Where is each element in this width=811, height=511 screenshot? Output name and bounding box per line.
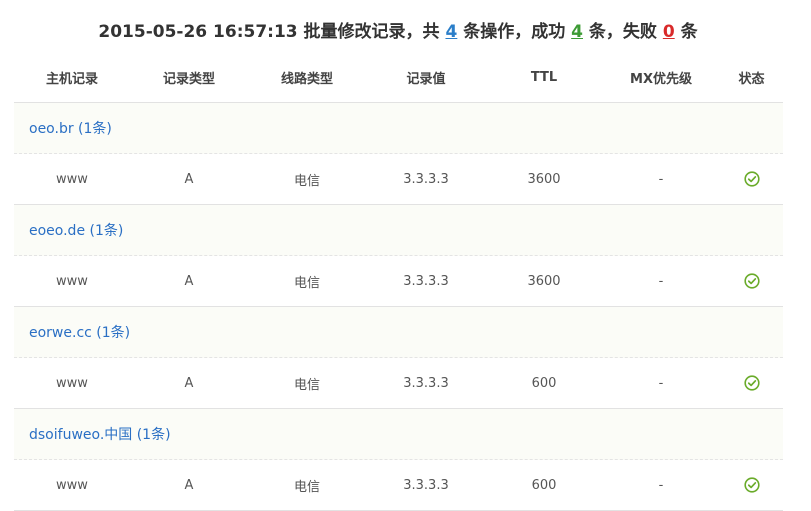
check-circle-icon bbox=[743, 477, 760, 493]
success-count: 4 bbox=[571, 22, 583, 42]
cell-value: 3.3.3.3 bbox=[403, 171, 449, 187]
title-suffix: 条 bbox=[680, 22, 698, 42]
cell-ttl: 3600 bbox=[527, 273, 561, 289]
cell-status bbox=[720, 154, 783, 204]
cell-mx: - bbox=[658, 171, 664, 187]
cell-mx: - bbox=[658, 477, 664, 493]
domain-name: eorwe.cc (1条) bbox=[29, 325, 131, 341]
title-mid2: 条，失败 bbox=[588, 22, 657, 42]
domain-group-row: dsoifuweo.中国 (1条) bbox=[14, 409, 783, 460]
domain-name: eoeo.de (1条) bbox=[29, 223, 124, 239]
table-header: 主机记录 记录类型 线路类型 记录值 TTL MX优先级 状态 bbox=[14, 52, 783, 103]
cell-value: 3.3.3.3 bbox=[403, 375, 449, 391]
header-status: 状态 bbox=[738, 71, 765, 87]
table-row: www A 电信 3.3.3.3 600 - bbox=[14, 358, 783, 409]
table-row: www A 电信 3.3.3.3 600 - bbox=[14, 460, 783, 511]
cell-line: 电信 bbox=[293, 479, 320, 495]
cell-mx: - bbox=[658, 375, 664, 391]
cell-host: www bbox=[56, 273, 88, 289]
domain-name: oeo.br (1条) bbox=[29, 121, 112, 137]
cell-value: 3.3.3.3 bbox=[403, 477, 449, 493]
domain-group-row: eoeo.de (1条) bbox=[14, 205, 783, 256]
cell-type: A bbox=[184, 273, 194, 289]
cell-type: A bbox=[184, 375, 194, 391]
check-circle-icon bbox=[743, 273, 760, 289]
title-timestamp: 2015-05-26 16:57:13 bbox=[98, 22, 298, 42]
records-table: 主机记录 记录类型 线路类型 记录值 TTL MX优先级 状态 oeo.br (… bbox=[14, 52, 783, 511]
domain-group-row: oeo.br (1条) bbox=[14, 103, 783, 154]
cell-type: A bbox=[184, 171, 194, 187]
domain-group-row: eorwe.cc (1条) bbox=[14, 307, 783, 358]
cell-type: A bbox=[184, 477, 194, 493]
check-circle-icon bbox=[743, 375, 760, 391]
header-line: 线路类型 bbox=[280, 71, 333, 87]
cell-ttl: 600 bbox=[531, 477, 557, 493]
cell-line: 电信 bbox=[293, 275, 320, 291]
header-mx: MX优先级 bbox=[630, 71, 692, 87]
header-type: 记录类型 bbox=[162, 71, 215, 87]
fail-count: 0 bbox=[662, 22, 675, 42]
cell-value: 3.3.3.3 bbox=[403, 273, 449, 289]
title-prefix: 批量修改记录，共 bbox=[303, 22, 440, 42]
header-value: 记录值 bbox=[406, 71, 446, 87]
page-title: 2015-05-26 16:57:13 批量修改记录，共 4 条操作，成功 4 … bbox=[0, 17, 796, 42]
table-row: www A 电信 3.3.3.3 3600 - bbox=[14, 154, 783, 205]
cell-status bbox=[720, 256, 783, 306]
table-row: www A 电信 3.3.3.3 3600 - bbox=[14, 256, 783, 307]
cell-host: www bbox=[56, 477, 88, 493]
domain-name: dsoifuweo.中国 (1条) bbox=[29, 427, 171, 443]
cell-line: 电信 bbox=[293, 377, 320, 393]
cell-mx: - bbox=[658, 273, 664, 289]
total-count: 4 bbox=[445, 22, 458, 42]
cell-status bbox=[720, 460, 783, 510]
cell-ttl: 3600 bbox=[527, 171, 561, 187]
check-circle-icon bbox=[743, 171, 760, 187]
header-ttl: TTL bbox=[530, 69, 558, 85]
cell-ttl: 600 bbox=[531, 375, 557, 391]
cell-line: 电信 bbox=[293, 173, 320, 189]
title-mid1: 条操作，成功 bbox=[463, 22, 566, 42]
header-host: 主机记录 bbox=[45, 71, 98, 87]
cell-status bbox=[720, 358, 783, 408]
cell-host: www bbox=[56, 375, 88, 391]
cell-host: www bbox=[56, 171, 88, 187]
